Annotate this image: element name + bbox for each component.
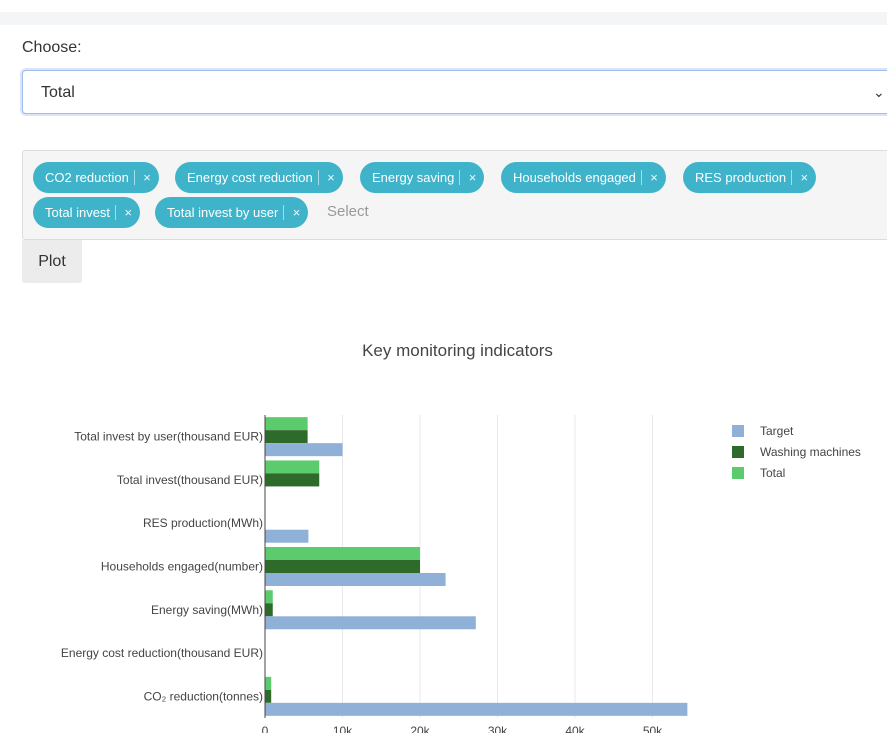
x-tick-label: 40k	[565, 724, 585, 733]
legend-swatch	[732, 467, 744, 479]
bar	[265, 460, 320, 474]
bar	[265, 443, 343, 457]
bar	[265, 616, 476, 630]
legend-label: Total	[760, 466, 786, 480]
bar	[265, 676, 272, 690]
bar	[265, 689, 272, 703]
bar	[265, 560, 420, 573]
category-label: Energy saving(MWh)	[151, 603, 263, 617]
category-label: Households engaged(number)	[101, 560, 263, 574]
x-tick-label: 50k	[643, 724, 663, 733]
bar	[265, 702, 688, 716]
bar	[265, 573, 446, 586]
legend-label: Washing machines	[760, 445, 861, 459]
category-label: Energy cost reduction(thousand EUR)	[61, 646, 263, 660]
bar	[265, 417, 308, 431]
category-label: Total invest by user(thousand EUR)	[74, 430, 263, 444]
category-label: CO₂ reduction(tonnes)	[144, 689, 263, 703]
legend-swatch	[732, 425, 744, 437]
x-tick-label: 30k	[488, 724, 508, 733]
bar	[265, 547, 420, 560]
bar	[265, 603, 273, 617]
bar-chart: CO₂ reduction(tonnes) Energy cost reducti…	[61, 415, 688, 733]
bar	[265, 430, 308, 444]
x-tick-label: 0	[262, 724, 269, 733]
category-label: RES production(MWh)	[143, 516, 263, 530]
legend-swatch	[732, 446, 744, 458]
bar	[265, 529, 309, 543]
bar	[265, 590, 273, 604]
x-tick-label: 10k	[333, 724, 353, 733]
x-tick-label: 20k	[410, 724, 430, 733]
bar	[265, 473, 320, 487]
category-label: Total invest(thousand EUR)	[117, 473, 263, 487]
legend-label: Target	[760, 424, 794, 438]
